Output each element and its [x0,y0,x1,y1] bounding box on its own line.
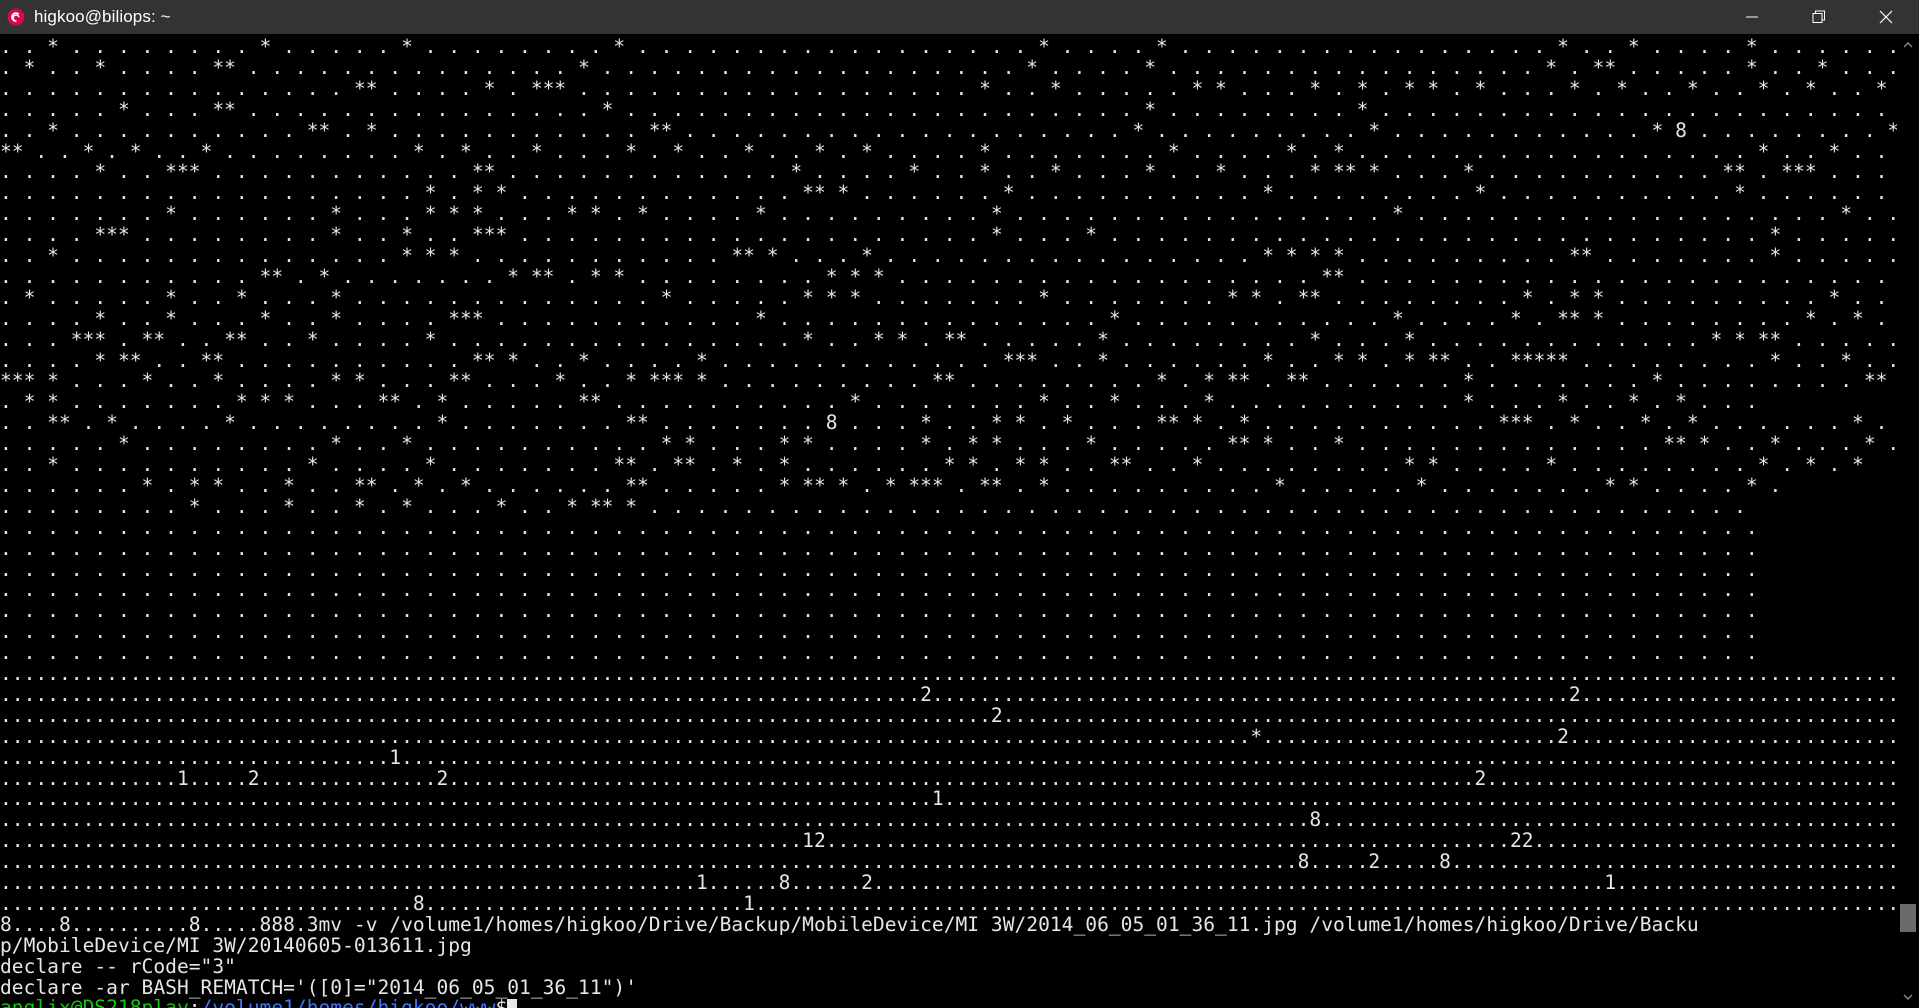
terminal-line: . . . . . . . . . . . . . . . . . . . . … [0,515,1758,539]
terminal-line: . . . . *** . . . . . . . . * . . * . . … [0,223,1897,247]
terminal-line: . . * . . . . . . . . . . * . . . . * . … [0,453,1864,476]
terminal-line: declare -ar BASH_REMATCH='([0]="2014_06_… [0,975,638,999]
scroll-up-button[interactable] [1897,34,1919,56]
terminal-line: . . * . . . . . . . . . . ** . * . . . .… [0,118,1897,142]
terminal-line: ........................................… [0,850,1897,874]
terminal-line: ........................................… [0,808,1897,832]
terminal-line: . . . . . . * . * * . . * . . ** . * . *… [0,473,1782,497]
terminal-line: ........................................… [0,724,1897,748]
window-controls [1718,0,1919,34]
terminal-line: . . . . . . . . . . . . . . . . . . . . … [0,599,1758,623]
terminal-line: . . * . . . . . . . . * . . . . . * . . … [0,35,1897,58]
terminal-line: . . . *** . ** . . ** . . * . . . . * . … [0,327,1897,351]
terminal-line: . . . . * . . * . . . * . . * . . . . **… [0,306,1888,330]
terminal-line: . . . . . . . . . . . . . . . . . . . . … [0,578,1758,602]
terminal-line: . . . . . . . . * . . . * . . * . * . . … [0,494,1746,518]
terminal-line: 8....8..........8.....888.3mv -v /volume… [0,912,1699,936]
prompt-path: /volume1/homes/higkoo/www [200,996,496,1008]
terminal-line: . . . . . . . . . . . . . . . ** . . . .… [0,76,1888,100]
shell-prompt: anglix@DS218play:/volume1/homes/higkoo/w… [0,996,518,1008]
restore-button[interactable] [1785,0,1852,34]
terminal-line: . . . . . . . * . . . . . . * . . . * * … [0,202,1897,226]
terminal-line: . . . . . . . . . . . . . . . . . . * . … [0,181,1888,205]
terminal-line: . . . . . . . . . . . . . . . . . . . . … [0,536,1758,560]
terminal-line: ** . . * . * . . * . . . . . . . . * . *… [0,139,1888,163]
close-icon [1879,10,1892,24]
terminal-line: . * . . . . . * . . * . . . * . . . . . … [0,285,1888,309]
window-title: higkoo@biliops: ~ [34,7,171,26]
prompt-user-host: anglix@DS218play [0,996,189,1008]
scroll-down-button[interactable] [1897,986,1919,1008]
terminal-line: . . . . . . . . . . . . . . . . . . . . … [0,620,1758,644]
terminal-line: . . . . . * . . . . . . . . * . . * . . … [0,432,1897,456]
prompt-separator: : [188,996,201,1008]
title-bar: higkoo@biliops: ~ [0,0,1919,34]
prompt-symbol: $ [495,996,508,1008]
terminal-line: . . . . . . . . . . . . . . . . . . . . … [0,557,1758,581]
terminal-line: . . . . * . . *** . . . . . . . . . . . … [0,160,1888,184]
terminal-line: p/MobileDevice/MI 3W/20140605-013611.jpg [0,933,472,957]
terminal-line: ........................................… [0,703,1897,727]
terminal-line: *** * . . . * . . * . . . . * * . . . **… [0,369,1897,393]
close-button[interactable] [1852,0,1919,34]
terminal-line: ........................................… [0,829,1897,853]
terminal-line: .................................1......… [0,745,1897,769]
scroll-down-icon [1903,994,1913,1000]
terminal-line: . . . . . . . . . . . ** . * . . . . . .… [0,264,1888,288]
restore-icon [1812,10,1825,23]
debian-logo-icon [6,7,26,27]
terminal-line: ...................................8....… [0,891,1897,915]
terminal-line: . . . . . * . . . ** . . . . . . . . . .… [0,97,1888,121]
text-cursor [507,999,518,1008]
scrollbar-thumb[interactable] [1900,904,1916,932]
terminal-line: ........................................… [0,787,1897,811]
minimize-button[interactable] [1718,0,1785,34]
terminal-line: . * . . * . . . . ** . . . . . . . . . .… [0,55,1897,79]
terminal-line: . . * . . . . . . . . . . . . . . * * * … [0,244,1897,267]
terminal-line: ........................................… [0,682,1897,706]
terminal-line: ........................................… [0,871,1897,894]
terminal-line: ........................................… [0,662,1897,685]
vertical-scrollbar[interactable] [1897,34,1919,1008]
minimize-icon [1745,16,1758,18]
terminal-line: . . ** . * . . . . * . . . . . . . . * .… [0,411,1897,435]
terminal-line: . * * . . . . . . . * * * . . . ** . * .… [0,390,1758,414]
terminal-output[interactable]: . . * . . . . . . . . * . . . . . * . . … [0,34,1897,1008]
terminal-line: ...............1.....2...............2..… [0,766,1897,790]
scroll-up-icon [1903,42,1913,48]
terminal-line: . . . . . . . . . . . . . . . . . . . . … [0,641,1758,665]
terminal-line: . . . . * ** . . ** . . . . . . . . . . … [0,348,1897,372]
terminal-line: declare -- rCode="3" [0,954,236,978]
